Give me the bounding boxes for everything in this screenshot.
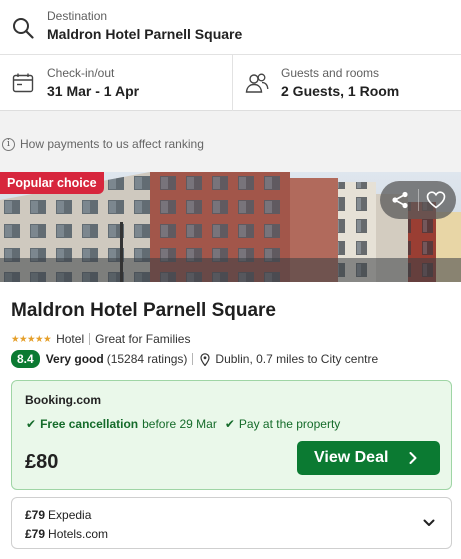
info-icon: i xyxy=(2,137,15,151)
rating-row: 8.4 Very good (15284 ratings) Dublin, 0.… xyxy=(11,350,378,368)
popular-choice-badge: Popular choice xyxy=(0,172,104,194)
review-score-badge: 8.4 xyxy=(11,350,40,368)
hotel-meta: ★★★★★ Hotel Great for Families xyxy=(11,332,190,346)
star-rating: ★★★★★ xyxy=(11,333,52,345)
ratings-count: (15284 ratings) xyxy=(106,352,188,366)
other-deal-row: £79 Hotels.com xyxy=(25,527,108,541)
deal-perks: ✔ Free cancellation before 29 Mar ✔ Pay … xyxy=(26,417,340,431)
hotel-name[interactable]: Maldron Hotel Parnell Square xyxy=(11,300,276,322)
destination-field[interactable]: Destination Maldron Hotel Parnell Square xyxy=(0,0,461,55)
hotel-card: Maldron Hotel Parnell Square ★★★★★ Hotel… xyxy=(0,282,461,559)
destination-value: Maldron Hotel Parnell Square xyxy=(47,26,243,42)
chevron-down-icon[interactable] xyxy=(423,518,435,528)
hotel-type: Hotel xyxy=(56,332,85,346)
check-icon: ✔ xyxy=(26,417,37,431)
other-deals[interactable]: £79 Expedia £79 Hotels.com xyxy=(11,497,452,549)
share-icon[interactable] xyxy=(390,190,410,210)
search-icon xyxy=(13,18,34,39)
cancellation-date: before 29 Mar xyxy=(142,417,217,431)
best-deal-box[interactable]: Booking.com ✔ Free cancellation before 2… xyxy=(11,380,452,490)
meta-divider xyxy=(89,333,91,345)
people-icon xyxy=(245,73,269,93)
rating-divider xyxy=(192,353,194,365)
rating-word: Very good xyxy=(45,352,104,366)
other-deal-row: £79 Expedia xyxy=(25,508,91,522)
check-icon: ✔ xyxy=(224,417,235,431)
check-in-out-value: 31 Mar - 1 Apr xyxy=(47,83,140,99)
guests-rooms-field[interactable]: Guests and rooms 2 Guests, 1 Room xyxy=(233,55,461,111)
map-pin-icon xyxy=(200,352,211,366)
check-in-out-field[interactable]: Check-in/out 31 Mar - 1 Apr xyxy=(0,55,233,111)
calendar-icon xyxy=(12,73,34,93)
other-deal-provider: Expedia xyxy=(48,508,92,522)
ranking-note-text: How payments to us affect ranking xyxy=(20,137,204,151)
destination-label: Destination xyxy=(47,9,108,23)
view-deal-button[interactable]: View Deal xyxy=(297,441,440,475)
guests-rooms-label: Guests and rooms xyxy=(281,66,380,80)
actions-divider xyxy=(418,189,419,211)
hotel-location: Dublin, 0.7 miles to City centre xyxy=(215,352,379,366)
search-card: Destination Maldron Hotel Parnell Square… xyxy=(0,0,461,111)
other-deal-price: £79 xyxy=(25,508,46,522)
check-in-out-label: Check-in/out xyxy=(47,66,115,80)
ranking-note[interactable]: i How payments to us affect ranking xyxy=(2,137,204,151)
other-deal-provider: Hotels.com xyxy=(48,527,109,541)
hotel-tag: Great for Families xyxy=(95,332,191,346)
heart-icon[interactable] xyxy=(426,190,446,210)
view-deal-label: View Deal xyxy=(314,449,389,466)
free-cancellation: Free cancellation xyxy=(40,417,139,431)
guests-rooms-value: 2 Guests, 1 Room xyxy=(281,83,400,99)
deal-provider: Booking.com xyxy=(25,393,102,407)
photo-actions xyxy=(380,181,456,219)
pay-at-property: Pay at the property xyxy=(238,417,341,431)
deal-price: £80 xyxy=(25,451,59,473)
other-deal-price: £79 xyxy=(25,527,46,541)
chevron-right-icon xyxy=(409,452,417,464)
